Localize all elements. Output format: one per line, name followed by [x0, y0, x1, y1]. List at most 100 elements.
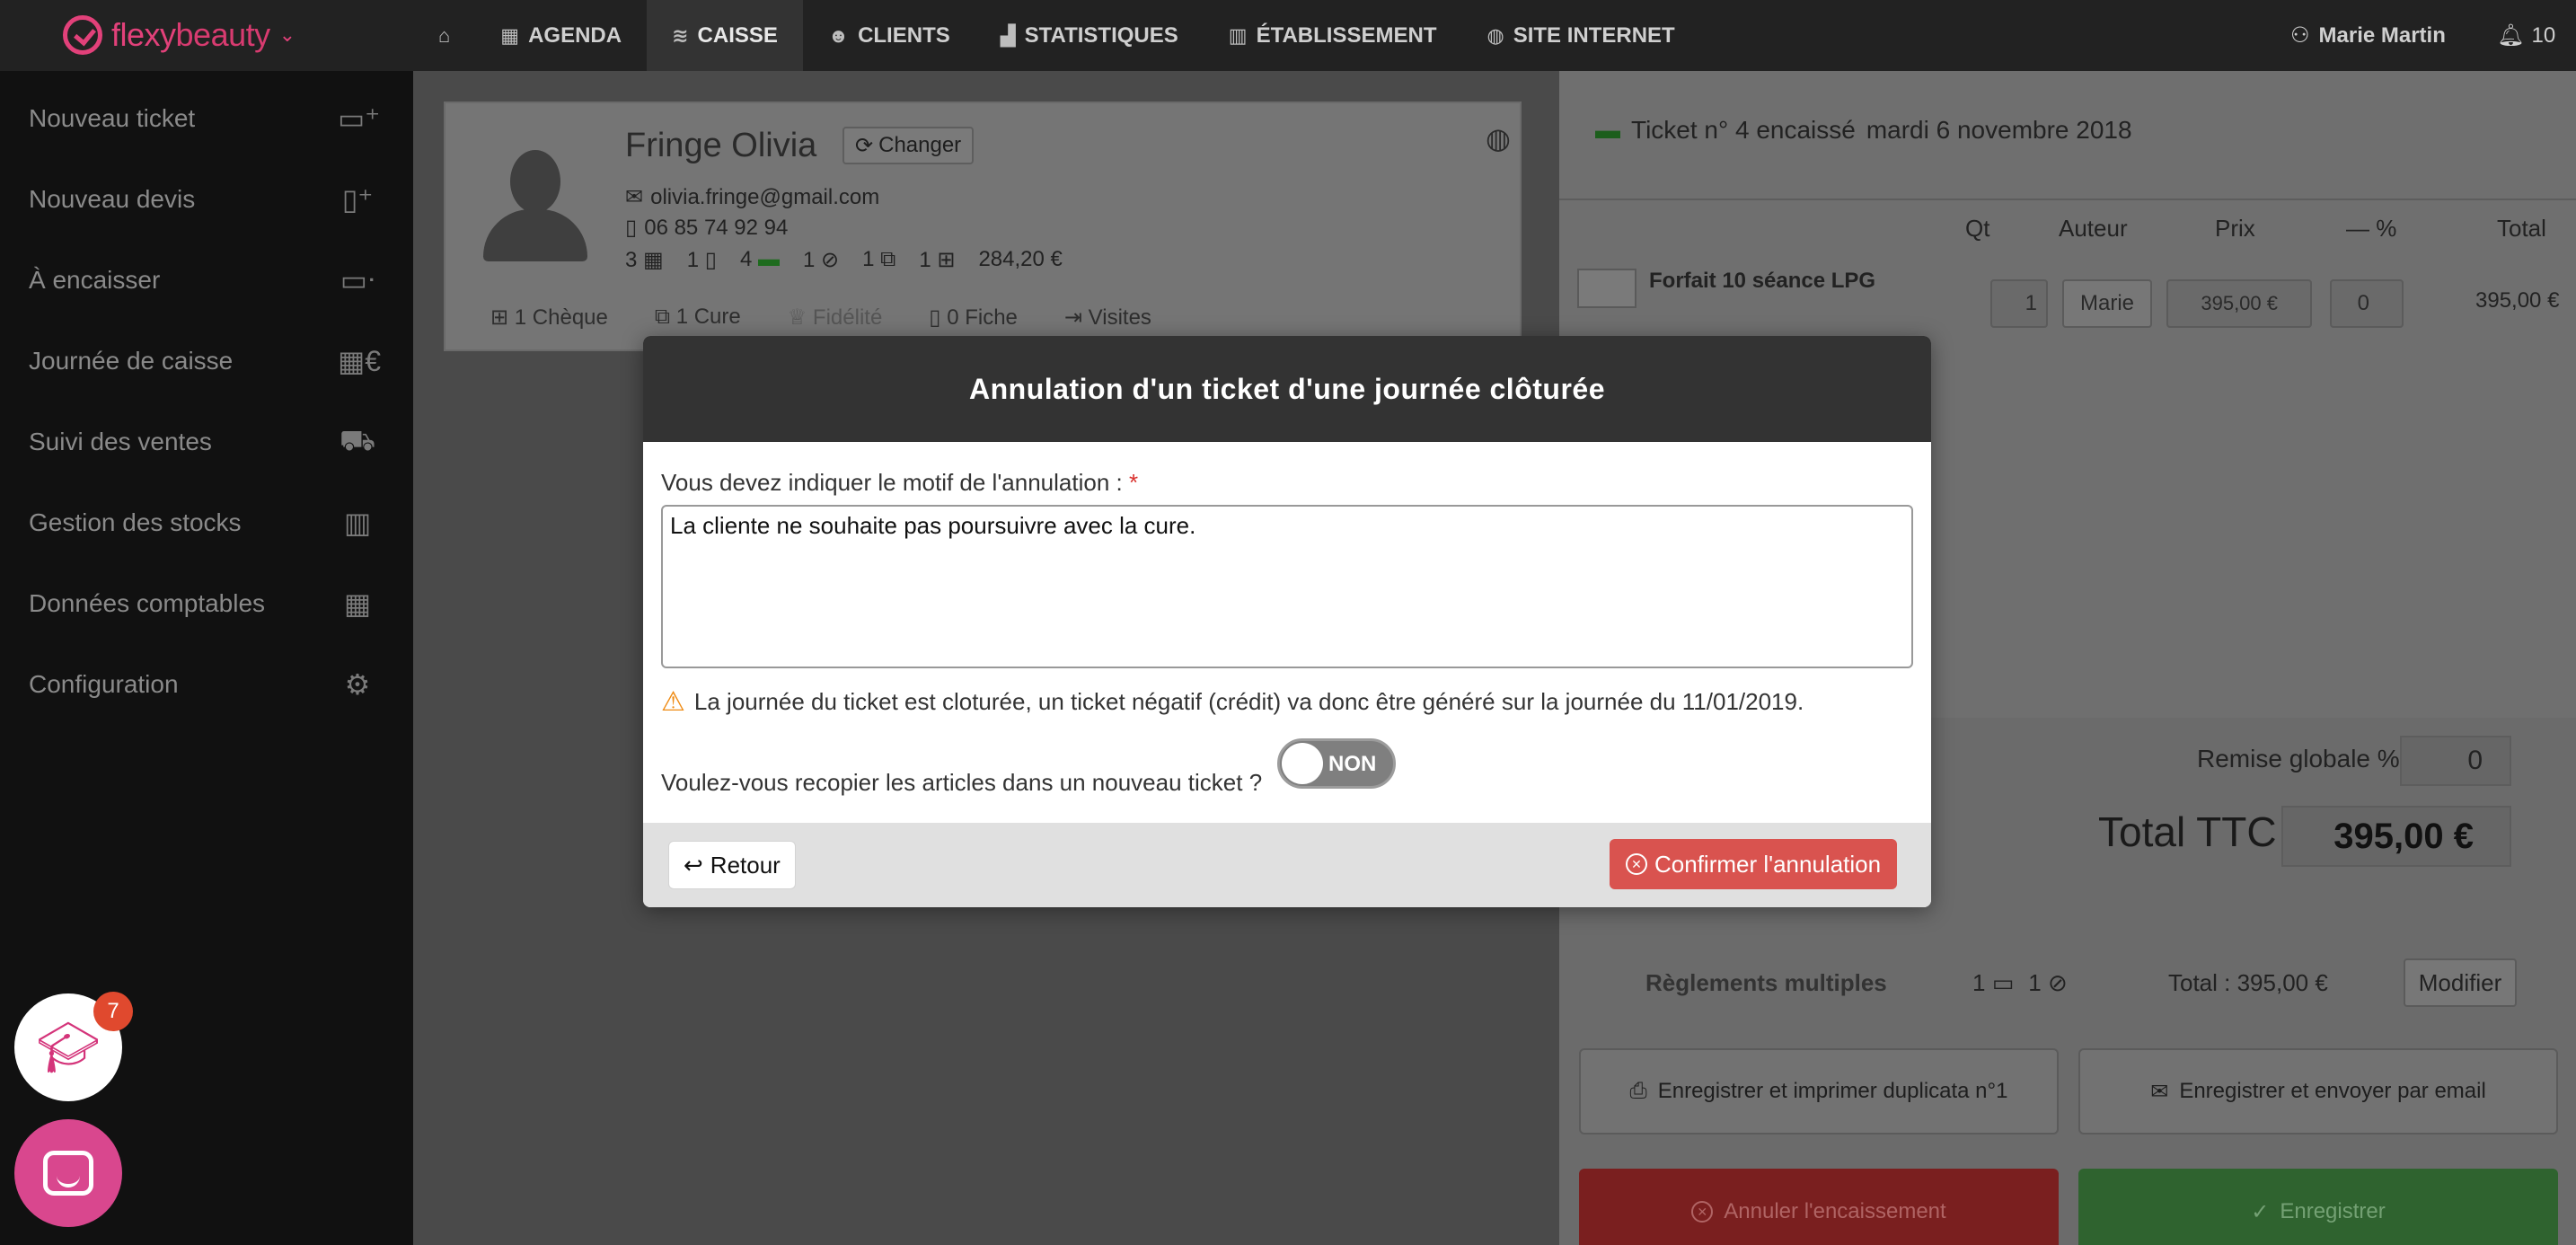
ticket-icon: ▬ [758, 247, 780, 271]
line-author-button[interactable]: Marie [2062, 279, 2152, 328]
avatar [476, 146, 593, 263]
notifications[interactable]: 🔔︎ 10 [2497, 0, 2555, 71]
ticket-pause-icon: ▭ᐧ [340, 264, 375, 296]
cancel-payment-button[interactable]: ✕ Annuler l'encaissement [1579, 1169, 2059, 1245]
envelope-icon: ✉ [625, 185, 644, 209]
ticket-plus-icon: ▭⁺ [338, 102, 381, 135]
tab-fiche[interactable]: ▯ 0 Fiche [929, 305, 1018, 331]
stat-gifts[interactable]: 1 ⊞ [919, 247, 955, 273]
calculator-icon: ▦ [343, 587, 372, 620]
modify-button[interactable]: Modifier [2404, 958, 2517, 1007]
reason-label: Vous devez indiquer le motif de l'annula… [661, 469, 1139, 496]
globe-icon[interactable]: ◍ [1486, 121, 1511, 155]
app-logo[interactable]: flexybeauty ⌄ [63, 13, 296, 57]
graduation-cap-icon: 🎓︎ [36, 1019, 101, 1075]
sidebar-item-nouveau-devis[interactable]: Nouveau devis ▯⁺ [0, 159, 413, 240]
sidebar-item-gestion-des-stocks[interactable]: Gestion des stocks ▥ [0, 482, 413, 563]
ticket-date: mardi 6 novembre 2018 [1866, 116, 2132, 144]
tab-cure[interactable]: ⧉ 1 Cure [655, 305, 741, 331]
reglements-label: Règlements multiples [1645, 969, 1887, 996]
store-icon: ▥ [1228, 23, 1248, 47]
user-name: Marie Martin [2318, 22, 2446, 48]
times-circle-icon: ✕ [1626, 853, 1647, 875]
chat-icon [43, 1151, 93, 1196]
back-button[interactable]: ↩ Retour [668, 841, 796, 889]
ttc-input[interactable]: 395,00 € [2281, 806, 2511, 867]
client-name[interactable]: Fringe Olivia [625, 127, 816, 165]
reply-icon: ↩ [684, 851, 703, 879]
sidebar-item-suivi-des-ventes[interactable]: Suivi des ventes ⛟ [0, 402, 413, 482]
copy-articles-question: Voulez-vous recopier les articles dans u… [661, 769, 1263, 796]
home-icon: ⌂ [438, 23, 451, 47]
column-qt: Qt [1965, 215, 1990, 242]
client-email[interactable]: ✉ olivia.fringe@gmail.com [625, 184, 879, 210]
client-tabs: ⊞ 1 Chèque ⧉ 1 Cure ♕ Fidélité ▯ 0 Fiche… [490, 305, 1151, 331]
email-button[interactable]: ✉ Enregistrer et envoyer par email [2078, 1048, 2558, 1135]
trophy-icon: ♕ [787, 305, 807, 330]
sidebar-item-journee-de-caisse[interactable]: Journée de caisse ▦€ [0, 321, 413, 402]
sidebar-item-configuration[interactable]: Configuration ⚙ [0, 644, 413, 725]
gears-icon: ⚙ [344, 668, 371, 701]
nav-agenda[interactable]: ▦ AGENDA [475, 0, 647, 71]
stat-credits[interactable]: 1 ⊘ [803, 247, 839, 273]
check-icon: ✓ [2251, 1199, 2270, 1224]
sidebar-item-donnees-comptables[interactable]: Données comptables ▦ [0, 563, 413, 644]
cancel-ticket-modal: Annulation d'un ticket d'une journée clô… [643, 336, 1931, 907]
document-plus-icon: ▯⁺ [341, 183, 374, 216]
stat-tickets[interactable]: 4 ▬ [740, 247, 780, 273]
nav-statistiques[interactable]: ▟ STATISTIQUES [975, 0, 1204, 71]
sidebar-item-nouveau-ticket[interactable]: Nouveau ticket ▭⁺ [0, 78, 413, 159]
save-button[interactable]: ✓ Enregistrer [2078, 1169, 2558, 1245]
modal-footer: ↩ Retour ✕ Confirmer l'annulation [643, 823, 1931, 907]
cart-icon: ⛟ [339, 423, 376, 456]
sitemap-icon: ⧉ [654, 305, 671, 329]
document-icon: ▯ [704, 248, 717, 272]
nav-site-internet[interactable]: ◍ SITE INTERNET [1461, 0, 1699, 71]
globe-icon: ◍ [1486, 23, 1504, 47]
client-card: Fringe Olivia ⟳ Changer ◍ ✉ olivia.fringe@… [444, 102, 1522, 351]
nav-etablissement[interactable]: ▥ ÉTABLISSEMENT [1204, 0, 1462, 71]
sidebar-item-a-encaisser[interactable]: À encaisser ▭ᐧ [0, 240, 413, 321]
chat-widget[interactable] [14, 1119, 122, 1227]
notification-count: 10 [2531, 22, 2556, 48]
stat-documents[interactable]: 1 ▯ [687, 247, 717, 273]
tab-visites[interactable]: ⇥ Visites [1064, 305, 1151, 331]
change-client-button[interactable]: ⟳ Changer [842, 127, 975, 164]
file-icon: ▯ [929, 305, 941, 330]
ticket-header: ▬ Ticket n° 4 encaissé mardi 6 novembre … [1595, 116, 2132, 144]
times-circle-icon: ✕ [1691, 1201, 1714, 1223]
remise-input[interactable]: 0 [2400, 736, 2511, 786]
nav-caisse[interactable]: ≋ CAISSE [647, 0, 803, 71]
client-phone[interactable]: ▯ 06 85 74 92 94 [625, 215, 788, 241]
print-duplicate-button[interactable]: ⎙ Enregistrer et imprimer duplicata n°1 [1579, 1048, 2059, 1135]
column-prix: Prix [2215, 215, 2255, 242]
client-stats: 3 ▦ 1 ▯ 4 ▬ 1 ⊘ 1 ⧉ 1 ⊞ 284,20 € [625, 247, 1063, 273]
nav-clients[interactable]: ☻ CLIENTS [803, 0, 975, 71]
stat-appointments[interactable]: 3 ▦ [625, 247, 664, 273]
user-menu[interactable]: ⚇ Marie Martin [2290, 0, 2446, 71]
tab-cheque[interactable]: ⊞ 1 Chèque [490, 305, 608, 331]
sign-in-icon: ⇥ [1063, 305, 1082, 330]
envelope-icon: ✉ [2150, 1079, 2169, 1104]
line-discount-input[interactable]: 0 [2330, 279, 2404, 328]
tab-fidelite[interactable]: ♕ Fidélité [788, 305, 883, 331]
nav-home[interactable]: ⌂ [413, 0, 475, 71]
closed-day-warning: ⚠ La journée du ticket est cloturée, un … [661, 687, 1804, 717]
ticket-icon: ▬ [1595, 116, 1620, 144]
ttc-label: Total TTC [2098, 808, 2277, 855]
line-price-input[interactable]: 395,00 € [2166, 279, 2312, 328]
reason-textarea[interactable]: La cliente ne souhaite pas poursuivre av… [661, 505, 1913, 668]
line-qty-input[interactable]: 1 [1990, 279, 2048, 328]
reglements-info: 1 ▭ 1 ⊘ [1972, 969, 2068, 996]
barcode-icon: ▥ [343, 507, 372, 539]
column-remise: — % [2346, 215, 2397, 242]
sitemap-icon: ⧉ [880, 247, 896, 271]
academy-badge: 7 [93, 992, 133, 1031]
brand-prefix: flexy [111, 16, 176, 53]
no-euro-icon: ⊘ [2047, 969, 2068, 996]
copy-articles-toggle[interactable]: NON [1277, 738, 1396, 789]
stat-cures[interactable]: 1 ⧉ [862, 247, 895, 273]
refresh-icon: ⟳ [855, 133, 874, 158]
chevron-down-icon: ⌄ [278, 23, 296, 46]
confirm-cancel-button[interactable]: ✕ Confirmer l'annulation [1610, 839, 1898, 889]
